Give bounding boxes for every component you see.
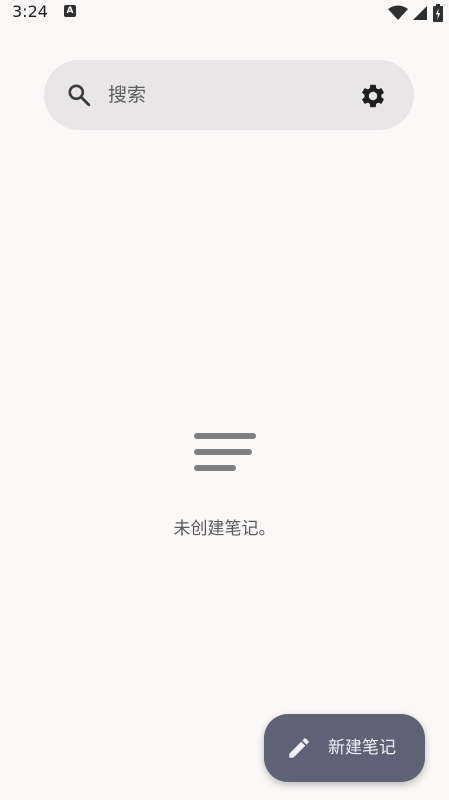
new-note-label: 新建笔记	[328, 738, 396, 758]
signal-icon	[413, 6, 427, 20]
search-input[interactable]	[108, 60, 338, 130]
pencil-icon	[289, 738, 309, 758]
text-app-icon: A	[64, 5, 76, 17]
search-bar[interactable]	[44, 60, 414, 130]
search-icon[interactable]	[66, 82, 92, 108]
status-bar: 3:24 A	[0, 0, 449, 30]
wifi-icon	[388, 5, 408, 20]
status-icons	[388, 4, 443, 22]
gear-icon[interactable]	[359, 82, 387, 110]
empty-state-message: 未创建笔记。	[173, 519, 276, 539]
status-time: 3:24	[12, 2, 48, 21]
battery-charging-icon	[433, 4, 443, 22]
notes-lines-icon	[194, 433, 256, 471]
new-note-button[interactable]: 新建笔记	[264, 714, 425, 782]
